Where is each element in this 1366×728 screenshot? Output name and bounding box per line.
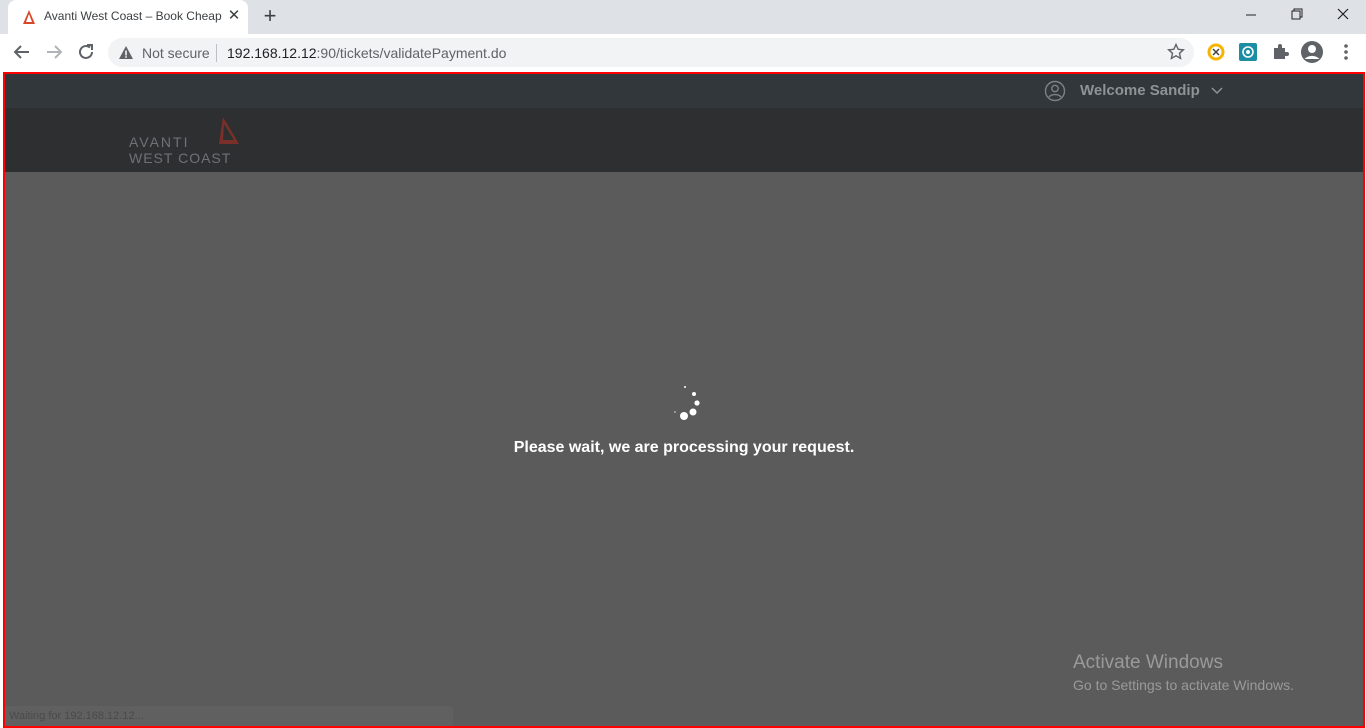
- url-text: 192.168.12.12:90/tickets/validatePayment…: [227, 45, 506, 61]
- profile-icon[interactable]: [1300, 40, 1324, 64]
- warning-icon: [119, 46, 133, 59]
- extension-icon[interactable]: [1206, 42, 1226, 62]
- menu-icon[interactable]: [1336, 42, 1356, 62]
- logo-line1: AVANTI: [129, 134, 190, 150]
- status-bar: Waiting for 192.168.12.12...: [5, 706, 453, 726]
- loading-spinner-icon: [674, 386, 700, 420]
- close-icon[interactable]: [1331, 5, 1355, 25]
- close-icon[interactable]: ✕: [226, 8, 242, 24]
- address-bar[interactable]: Not secure 192.168.12.12:90/tickets/vali…: [108, 38, 1194, 67]
- puzzle-icon[interactable]: [1270, 42, 1290, 62]
- security-label: Not secure: [142, 45, 210, 61]
- reload-icon[interactable]: [74, 40, 98, 64]
- site-header: AVANTI WEST COAST: [5, 108, 1363, 172]
- user-icon[interactable]: [1044, 80, 1066, 102]
- avanti-logo-icon: [23, 10, 35, 24]
- minimize-icon[interactable]: [1239, 5, 1263, 25]
- activate-windows-subtitle: Go to Settings to activate Windows.: [1073, 677, 1294, 693]
- avanti-mark-icon: [219, 117, 239, 144]
- restore-icon[interactable]: [1285, 5, 1309, 25]
- divider: [216, 44, 217, 62]
- extension-icon[interactable]: [1238, 42, 1258, 62]
- avanti-logo[interactable]: AVANTI WEST COAST: [129, 116, 241, 168]
- tab-title: Avanti West Coast – Book Cheap: [44, 9, 222, 23]
- url-host: 192.168.12.12: [227, 45, 317, 61]
- forward-icon[interactable]: [42, 40, 66, 64]
- star-icon[interactable]: [1167, 43, 1185, 61]
- url-path: :90/tickets/validatePayment.do: [316, 45, 507, 61]
- browser-tab[interactable]: Avanti West Coast – Book Cheap ✕: [8, 0, 248, 34]
- new-tab-button[interactable]: +: [259, 5, 281, 27]
- browser-toolbar: Not secure 192.168.12.12:90/tickets/vali…: [0, 34, 1366, 70]
- page-viewport: Welcome Sandip AVANTI WEST COAST Please …: [3, 72, 1365, 728]
- loading-message: Please wait, we are processing your requ…: [513, 439, 855, 456]
- logo-line2: WEST COAST: [129, 150, 232, 166]
- back-icon[interactable]: [10, 40, 34, 64]
- site-topbar: Welcome Sandip: [5, 74, 1363, 108]
- activate-windows-title: Activate Windows: [1073, 652, 1223, 673]
- chevron-down-icon[interactable]: [1211, 85, 1223, 97]
- tab-strip: Avanti West Coast – Book Cheap ✕ +: [0, 0, 1366, 34]
- status-text: Waiting for 192.168.12.12...: [9, 710, 144, 722]
- user-menu-label[interactable]: Welcome Sandip: [1080, 82, 1200, 99]
